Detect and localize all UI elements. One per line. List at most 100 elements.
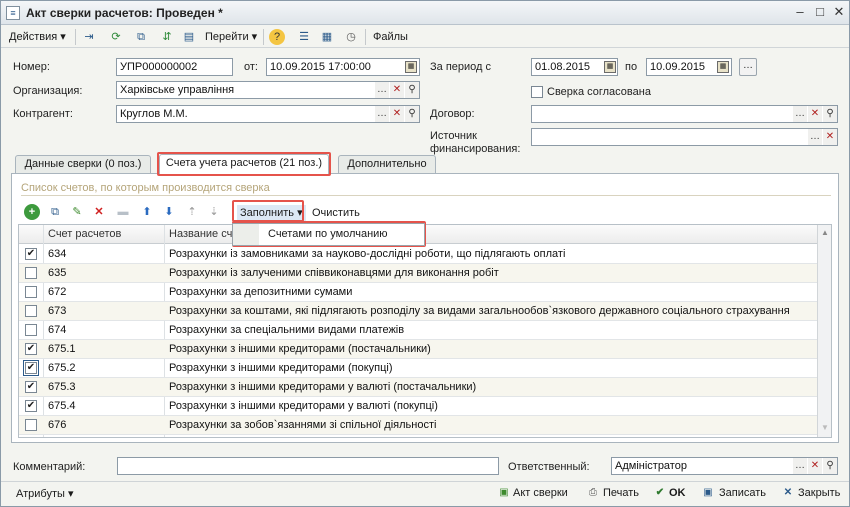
comment-field[interactable]	[117, 457, 499, 475]
row-checkbox[interactable]	[25, 419, 37, 431]
sort-ascending-icon[interactable]: ⇡	[184, 204, 200, 220]
actions-menu[interactable]: Действия ▾	[9, 29, 66, 45]
files-button[interactable]: Файлы	[373, 29, 408, 45]
table-row[interactable]: ✔ 675.1 Розрахунки з іншими кредиторами (п…	[19, 340, 817, 359]
ok-button[interactable]: OK	[669, 487, 686, 499]
source-label-line2: финансирования:	[430, 143, 521, 155]
sort-descending-icon[interactable]: ⇣	[206, 204, 222, 220]
move-up-icon[interactable]: ⬆	[139, 204, 155, 220]
list-icon[interactable]: ☰	[296, 29, 312, 45]
table-row[interactable]: 672 Розрахунки за депозитними сумами	[19, 283, 817, 302]
clear-icon[interactable]: ✕	[390, 106, 404, 122]
window-title: Акт сверки расчетов: Проведен *	[26, 6, 223, 20]
date-field[interactable]: 10.09.2015 17:00:00	[266, 58, 420, 76]
help-icon[interactable]: ?	[269, 29, 285, 45]
account-cell: 675.4	[48, 400, 76, 412]
account-cell: 674	[48, 324, 67, 336]
row-checkbox[interactable]: ✔	[23, 360, 39, 376]
clock-icon[interactable]: ◷	[343, 29, 359, 45]
select-button[interactable]: …	[808, 129, 822, 145]
menu-item-default-accounts[interactable]: Счетами по умолчанию	[268, 228, 388, 240]
row-checkbox[interactable]	[25, 286, 37, 298]
table-row[interactable]: ✔ 675.2 Розрахунки з іншими кредиторами (п…	[19, 359, 817, 378]
toolbar-separator	[75, 29, 76, 45]
row-checkbox[interactable]	[25, 305, 37, 317]
row-checkbox[interactable]	[25, 324, 37, 336]
account-name-cell: Розрахунки з іншими кредиторами у валюті…	[169, 400, 438, 412]
period-label: За период с	[430, 61, 492, 73]
table-row[interactable]: ✔ 675.4 Розрахунки з іншими кредиторами у …	[19, 397, 817, 416]
row-checkbox[interactable]	[25, 267, 37, 279]
search-icon[interactable]: ⚲	[405, 82, 419, 98]
refresh-icon[interactable]: ⟳	[108, 29, 124, 45]
clear-icon[interactable]: ✕	[808, 106, 822, 122]
fill-button[interactable]: Заполнить ▾	[237, 205, 306, 221]
calendar-icon[interactable]: ▦	[405, 61, 417, 73]
bottom-command-bar: Атрибуты ▾ ▣ Акт сверки ⎙ Печать ✔ OK ▣ …	[1, 481, 849, 506]
search-icon[interactable]: ⚲	[405, 106, 419, 122]
number-field[interactable]: УПР000000002	[116, 58, 233, 76]
clear-icon[interactable]: ✕	[808, 458, 822, 474]
add-icon[interactable]: +	[24, 204, 40, 220]
close-window-button[interactable]: ✕	[830, 5, 848, 21]
post-document-icon[interactable]: ⇥	[81, 29, 97, 45]
save-button[interactable]: Записать	[719, 487, 766, 499]
account-name-cell: Розрахунки з іншими кредиторами (постача…	[169, 343, 431, 355]
contract-field[interactable]	[531, 105, 838, 123]
agreed-checkbox[interactable]	[531, 86, 543, 98]
select-button[interactable]: …	[793, 106, 807, 122]
clear-button[interactable]: Очистить	[312, 205, 360, 221]
table-row[interactable]: ✔ 634 Розрахунки із замовниками за науково…	[19, 245, 817, 264]
row-checkbox[interactable]: ✔	[25, 400, 37, 412]
tab-accounts[interactable]: Счета учета расчетов (21 поз.)	[159, 154, 329, 175]
source-field[interactable]	[531, 128, 838, 146]
save-row-icon[interactable]: ▬	[115, 204, 131, 220]
journal-icon[interactable]: ▤	[181, 29, 197, 45]
scroll-up-icon[interactable]: ▲	[821, 228, 829, 237]
select-button[interactable]: …	[375, 106, 389, 122]
document-icon: ≡	[6, 6, 20, 20]
select-button[interactable]: …	[375, 82, 389, 98]
row-checkbox[interactable]: ✔	[25, 343, 37, 355]
goto-menu[interactable]: Перейти ▾	[205, 29, 257, 45]
attributes-menu[interactable]: Атрибуты ▾	[16, 487, 73, 500]
print-button[interactable]: Печать	[603, 487, 639, 499]
account-cell: 676	[48, 419, 67, 431]
period-select-button[interactable]: …	[739, 58, 757, 76]
scroll-down-icon[interactable]: ▼	[821, 423, 829, 432]
vertical-scrollbar[interactable]: ▲ ▼	[817, 225, 831, 437]
table-row[interactable]: 674 Розрахунки за спеціальними видами пла…	[19, 321, 817, 340]
delete-icon[interactable]: ✕	[91, 204, 107, 220]
search-icon[interactable]: ⚲	[823, 106, 837, 122]
account-cell: 675.2	[48, 362, 76, 374]
account-name-cell: Розрахунки за спеціальними видами платеж…	[169, 324, 405, 336]
select-button[interactable]: …	[793, 458, 807, 474]
account-cell: 635	[48, 267, 67, 279]
tab-additional[interactable]: Дополнительно	[338, 155, 436, 174]
calendar-icon[interactable]: ▦	[717, 61, 729, 73]
account-name-cell: Розрахунки з іншими кредиторами у валюті…	[169, 381, 477, 393]
copy-document-icon[interactable]: ⧉	[133, 29, 149, 45]
table-row[interactable]: 673 Розрахунки за коштами, які підлягають…	[19, 302, 817, 321]
table-row[interactable]: ✔ 675.3 Розрахунки з іншими кредиторами у …	[19, 378, 817, 397]
close-button[interactable]: Закрыть	[798, 487, 840, 499]
row-checkbox[interactable]: ✔	[25, 248, 37, 260]
clear-icon[interactable]: ✕	[823, 129, 837, 145]
row-checkbox[interactable]: ✔	[25, 381, 37, 393]
search-icon[interactable]: ⚲	[823, 458, 837, 474]
minimize-button[interactable]: –	[791, 5, 809, 21]
move-down-icon[interactable]: ⬇	[161, 204, 177, 220]
calendar-icon[interactable]: ▦	[604, 61, 616, 73]
tab-reconciliation-data[interactable]: Данные сверки (0 поз.)	[15, 155, 151, 174]
clear-icon[interactable]: ✕	[390, 82, 404, 98]
maximize-button[interactable]: □	[811, 5, 829, 21]
edit-icon[interactable]: ✎	[69, 204, 85, 220]
copy-icon[interactable]: ⧉	[47, 204, 63, 220]
act-button[interactable]: Акт сверки	[513, 487, 568, 499]
column-header-account[interactable]: Счет расчетов	[48, 228, 121, 240]
table-row[interactable]: 635 Розрахунки із залученими співвиконавц…	[19, 264, 817, 283]
table-icon[interactable]: ▦	[319, 29, 335, 45]
table-row[interactable]: 676 Розрахунки за зобов`язаннями зі спіль…	[19, 416, 817, 435]
structure-icon[interactable]: ⇵	[159, 29, 175, 45]
column-header-name[interactable]: Название сче	[169, 228, 238, 240]
